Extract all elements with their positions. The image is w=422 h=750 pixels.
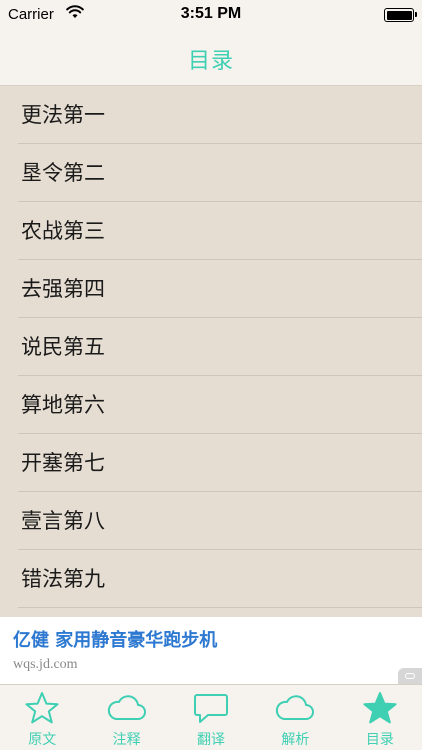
ad-url[interactable]: wqs.jd.com: [13, 657, 78, 673]
tab-contents[interactable]: 目录: [338, 685, 422, 750]
list-item[interactable]: 去强第四: [0, 260, 422, 318]
ad-banner[interactable]: 亿健 家用静音豪华跑步机 wqs.jd.com: [0, 617, 422, 684]
speech-bubble-icon: [194, 694, 229, 723]
list-item[interactable]: 更法第一: [0, 86, 422, 144]
page-title: 目录: [187, 49, 234, 74]
list-item[interactable]: 算地第六: [0, 376, 422, 434]
tab-label: 解析: [281, 732, 310, 748]
chapter-list[interactable]: 更法第一 垦令第二 农战第三 去强第四 说民第五 算地第六 开塞第七 壹言第八 …: [0, 86, 422, 617]
ad-badge-icon: [398, 668, 422, 684]
tab-label: 目录: [365, 732, 394, 748]
tab-label: 翻译: [197, 732, 226, 748]
list-item[interactable]: 农战第三: [0, 202, 422, 260]
navigation-bar: 目录: [0, 30, 422, 86]
battery-icon: [384, 8, 417, 22]
tab-bar: 原文 注释 翻译 解析 目录: [0, 684, 422, 750]
tab-annotation[interactable]: 注释: [84, 685, 168, 750]
tab-analysis[interactable]: 解析: [253, 685, 337, 750]
tab-original-text[interactable]: 原文: [0, 685, 84, 750]
list-item[interactable]: 垦令第二: [0, 144, 422, 202]
status-time: 3:51 PM: [180, 5, 242, 22]
list-item[interactable]: 错法第九: [0, 550, 422, 608]
status-bar: Carrier 3:51 PM: [0, 0, 422, 30]
list-item[interactable]: 开塞第七: [0, 434, 422, 492]
star-filled-icon: [363, 692, 397, 724]
ad-title[interactable]: 亿健 家用静音豪华跑步机: [13, 626, 217, 652]
list-item[interactable]: 说民第五: [0, 318, 422, 376]
tab-label: 注释: [112, 732, 141, 748]
cloud-icon: [276, 695, 315, 720]
tab-translation[interactable]: 翻译: [169, 685, 253, 750]
cloud-icon: [107, 695, 146, 720]
star-outline-icon: [25, 692, 59, 724]
tab-label: 原文: [28, 732, 57, 748]
list-item[interactable]: 壹言第八: [0, 492, 422, 550]
